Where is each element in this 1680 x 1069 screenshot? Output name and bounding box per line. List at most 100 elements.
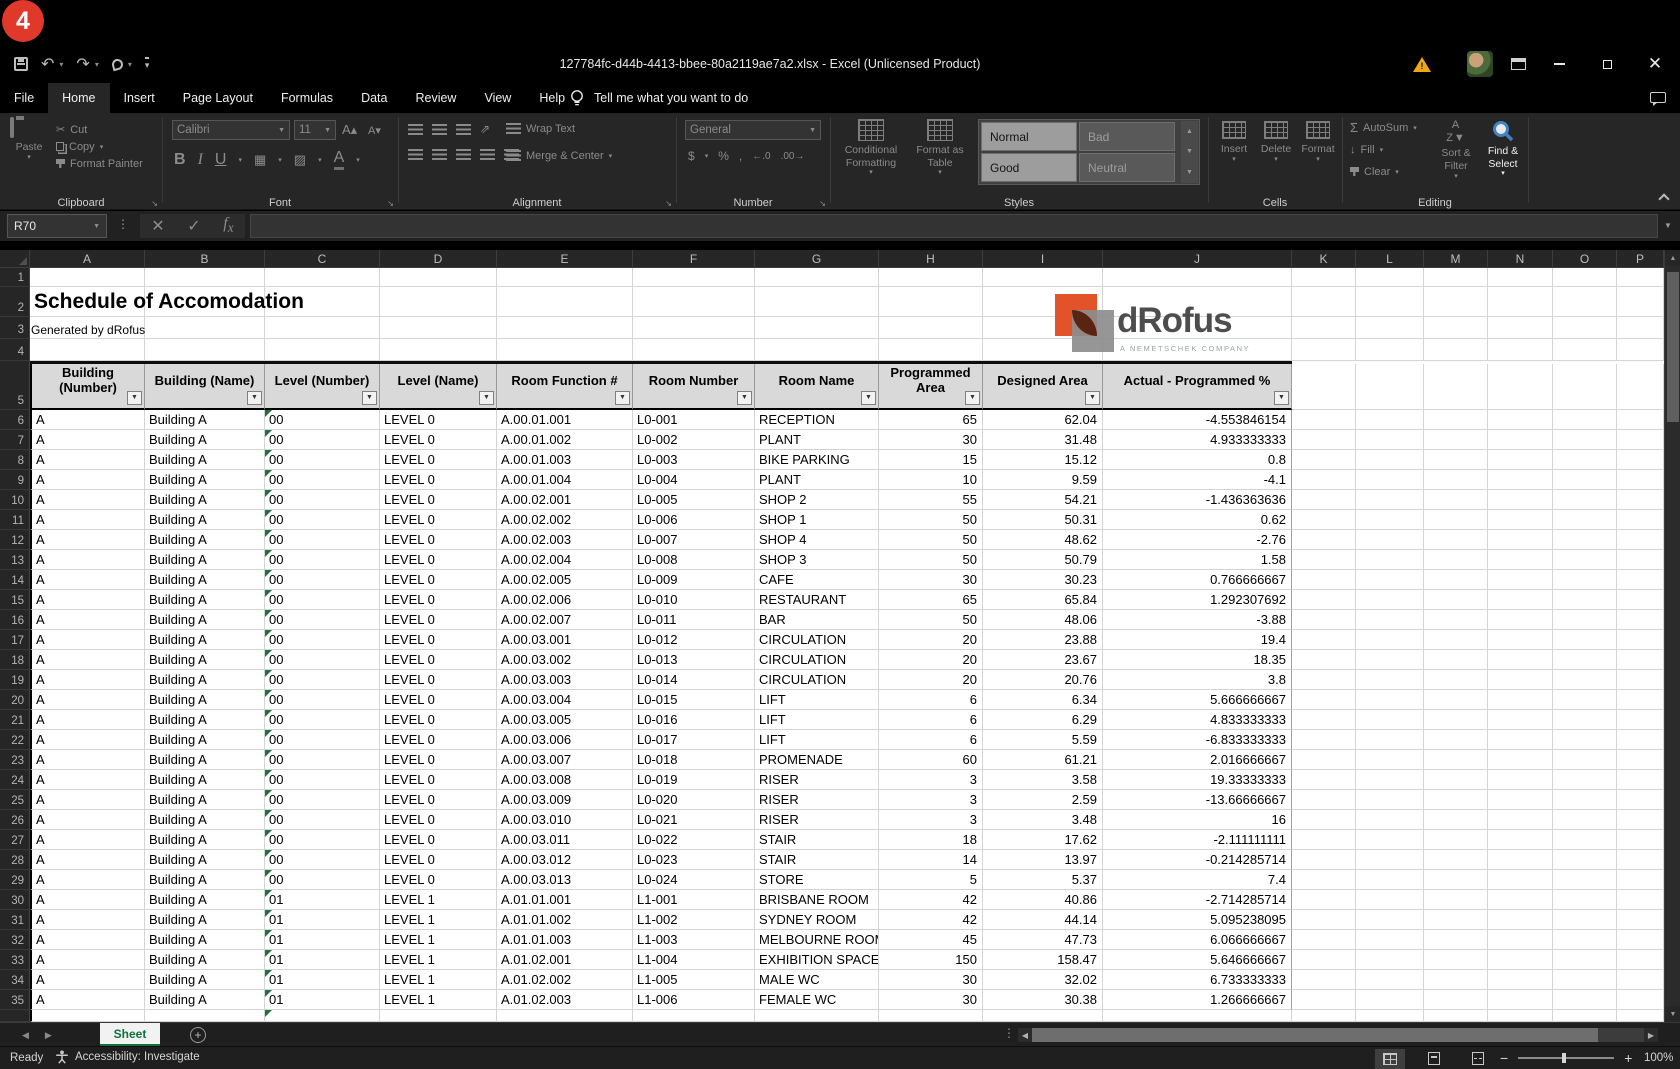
wrap-text-button[interactable]: Wrap Text — [506, 120, 575, 137]
cell[interactable] — [1488, 730, 1553, 750]
styles-scroll-up-icon[interactable]: ▲ — [1186, 128, 1193, 135]
cell[interactable]: 6.34 — [983, 690, 1103, 710]
filter-dropdown-icon[interactable]: ▼ — [479, 391, 494, 405]
cell[interactable] — [1488, 317, 1553, 339]
insert-cells-button[interactable]: Insert▾ — [1214, 121, 1254, 164]
cell[interactable] — [1553, 590, 1617, 610]
cell[interactable]: A — [30, 650, 145, 670]
cell[interactable]: A.00.02.007 — [497, 610, 633, 630]
cell[interactable]: 00 — [265, 450, 380, 470]
cell[interactable]: 00 — [265, 670, 380, 690]
cell[interactable] — [1553, 450, 1617, 470]
cell[interactable] — [1553, 750, 1617, 770]
cell[interactable]: L0-007 — [633, 530, 755, 550]
cell[interactable]: PLANT — [755, 430, 879, 450]
tab-data[interactable]: Data — [347, 83, 401, 113]
cell[interactable]: 6 — [879, 710, 983, 730]
cell[interactable]: 00 — [265, 810, 380, 830]
cell[interactable] — [1356, 630, 1424, 650]
cell[interactable]: L0-010 — [633, 590, 755, 610]
cell[interactable] — [1424, 710, 1488, 730]
cell[interactable]: 00 — [265, 530, 380, 550]
filter-dropdown-icon[interactable]: ▼ — [737, 391, 752, 405]
cell[interactable] — [1617, 570, 1664, 590]
row-number[interactable]: 2 — [0, 287, 30, 317]
accessibility-status[interactable]: Accessibility: Investigate — [55, 1050, 200, 1064]
font-name-select[interactable]: Calibri▼ — [172, 120, 290, 140]
name-box-resize-icon[interactable]: ⋮ — [117, 217, 129, 231]
row-number[interactable]: 20 — [0, 690, 30, 710]
row-number[interactable]: 35 — [0, 990, 30, 1010]
cell[interactable]: L0-017 — [633, 730, 755, 750]
cell[interactable]: A.01.02.003 — [497, 990, 633, 1010]
cell[interactable]: CIRCULATION — [755, 670, 879, 690]
align-middle-icon[interactable] — [432, 124, 447, 135]
cell[interactable]: CIRCULATION — [755, 630, 879, 650]
cell[interactable]: 23.67 — [983, 650, 1103, 670]
cell[interactable] — [1356, 750, 1424, 770]
row-number[interactable]: 14 — [0, 570, 30, 590]
cell[interactable] — [1103, 268, 1292, 287]
cell[interactable] — [1617, 317, 1664, 339]
cell[interactable] — [1488, 770, 1553, 790]
row-number[interactable]: 17 — [0, 630, 30, 650]
cell[interactable] — [1292, 317, 1356, 339]
cell[interactable] — [497, 287, 633, 317]
delete-cells-button[interactable]: Delete▾ — [1256, 121, 1296, 164]
cell[interactable]: 150 — [879, 950, 983, 970]
cell[interactable] — [1356, 490, 1424, 510]
cell[interactable]: LEVEL 0 — [380, 410, 497, 430]
cell[interactable]: 5.37 — [983, 870, 1103, 890]
cell[interactable]: A — [30, 750, 145, 770]
cell[interactable]: 00 — [265, 750, 380, 770]
cell[interactable] — [1553, 650, 1617, 670]
cell[interactable]: Building A — [145, 430, 265, 450]
cell[interactable]: A — [30, 910, 145, 930]
decrease-decimal-icon[interactable]: .00→ — [781, 151, 805, 162]
cell[interactable] — [1617, 339, 1664, 361]
cell[interactable] — [1617, 650, 1664, 670]
percent-style-icon[interactable]: % — [718, 149, 729, 163]
cell[interactable]: A.00.01.003 — [497, 450, 633, 470]
cell[interactable]: L0-015 — [633, 690, 755, 710]
row-number[interactable]: 32 — [0, 930, 30, 950]
cell[interactable] — [1356, 850, 1424, 870]
cell[interactable]: L0-011 — [633, 610, 755, 630]
page-break-view-button[interactable] — [1463, 1049, 1493, 1069]
row-number[interactable]: 16 — [0, 610, 30, 630]
paste-button[interactable]: Paste▾ — [10, 119, 48, 162]
borders-icon[interactable]: ▦ — [254, 152, 266, 168]
tell-me-search[interactable]: Tell me what you want to do — [570, 83, 748, 113]
cell[interactable]: Building A — [145, 630, 265, 650]
bold-button[interactable]: B — [174, 151, 186, 169]
cell[interactable] — [1292, 287, 1356, 317]
cell[interactable]: 3 — [879, 810, 983, 830]
name-box-dropdown-icon[interactable]: ▼ — [93, 223, 100, 230]
cell[interactable] — [1292, 450, 1356, 470]
cell[interactable] — [1424, 470, 1488, 490]
cell[interactable] — [1488, 950, 1553, 970]
cell[interactable] — [1553, 570, 1617, 590]
italic-button[interactable]: I — [198, 151, 203, 169]
cell[interactable] — [755, 339, 879, 361]
cell[interactable]: Building A — [145, 810, 265, 830]
cell[interactable] — [380, 1010, 497, 1022]
cell[interactable] — [1553, 730, 1617, 750]
cell[interactable] — [1292, 850, 1356, 870]
cell[interactable]: -2.714285714 — [1103, 890, 1292, 910]
cell[interactable]: -0.214285714 — [1103, 850, 1292, 870]
cell[interactable] — [1356, 950, 1424, 970]
cell[interactable]: Building A — [145, 450, 265, 470]
cell[interactable] — [1292, 610, 1356, 630]
cell[interactable] — [1617, 1010, 1664, 1022]
cell[interactable]: 31.48 — [983, 430, 1103, 450]
cell[interactable]: 00 — [265, 410, 380, 430]
cell[interactable]: -4.1 — [1103, 470, 1292, 490]
cell[interactable]: Building A — [145, 470, 265, 490]
cell[interactable]: Building A — [145, 690, 265, 710]
cell[interactable] — [1488, 630, 1553, 650]
cell-style-neutral[interactable]: Neutral — [1079, 153, 1175, 182]
cell[interactable] — [1424, 730, 1488, 750]
cell[interactable] — [1553, 910, 1617, 930]
cell[interactable]: A.00.03.013 — [497, 870, 633, 890]
